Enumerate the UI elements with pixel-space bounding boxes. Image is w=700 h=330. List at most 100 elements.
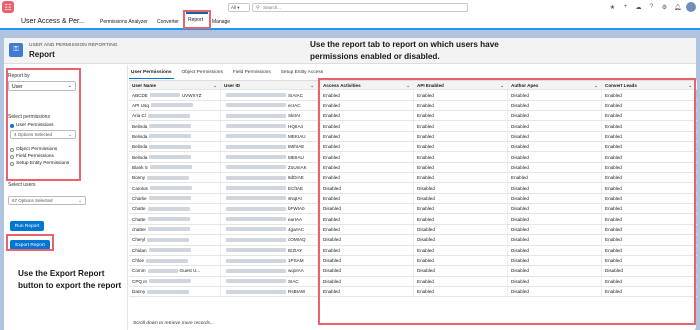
table-row[interactable]: Enabled Enabled Disabled Enabled <box>320 131 697 143</box>
user-id-text: sNqIAI <box>288 195 302 201</box>
permission-status: Disabled <box>511 247 529 253</box>
cell-user-id: SIAIAC <box>221 90 318 100</box>
notifications-bell-icon[interactable]: 🔔︎ <box>673 3 682 12</box>
table-row[interactable]: ABCDE UVWXYZ SIAIAC <box>129 90 318 101</box>
add-icon[interactable]: + <box>621 3 630 12</box>
table-row[interactable]: Charlie sNqIAI <box>129 193 318 205</box>
header-icons: ★ + ☁ ? ⚙ 🔔︎ <box>608 2 696 12</box>
user-name-text: Comm <box>132 268 146 274</box>
table-row[interactable]: Enabled Enabled Enabled Enabled <box>320 173 697 184</box>
table-row[interactable]: Enabled Enabled Disabled Enabled <box>320 90 697 101</box>
table-row[interactable]: Enabled Enabled Disabled Enabled <box>320 214 697 225</box>
user-name-text: API Usq <box>132 102 149 108</box>
cell-convert-leads: Enabled <box>602 152 696 162</box>
table-row[interactable]: Enabled Enabled Disabled Enabled <box>320 152 697 163</box>
cell-access-activities: Disabled <box>320 183 414 193</box>
cell-convert-leads: Enabled <box>602 286 696 297</box>
user-name-text: Belinda <box>132 133 148 139</box>
permission-status: Disabled <box>511 144 529 150</box>
column-header-user-name[interactable]: User Name ⌄ <box>129 81 221 90</box>
table-row[interactable]: Disabled Disabled Disabled Disabled <box>320 266 697 277</box>
cell-api-enabled: Disabled <box>414 235 508 245</box>
table-row[interactable]: Enabled Enabled Disabled Enabled <box>320 245 697 256</box>
favorites-icon[interactable]: ★ <box>608 3 617 12</box>
table-row[interactable]: Enabled Disabled Disabled Enabled <box>320 224 697 236</box>
table-row[interactable]: Enabled Disabled Disabled Enabled <box>320 193 697 205</box>
nav-tab-converter[interactable]: Converter <box>157 19 179 25</box>
cell-convert-leads: Enabled <box>602 142 696 152</box>
cell-user-name: Charlie <box>129 193 221 204</box>
run-report-button[interactable]: Run Report <box>10 221 44 231</box>
global-search-input[interactable]: ⚲ Search... <box>252 3 468 12</box>
column-header-access-activities[interactable]: Access Activities ⌄ <box>320 81 414 90</box>
tab-field-permissions[interactable]: Field Permissions <box>231 69 273 79</box>
redacted-text <box>149 124 192 129</box>
tab-object-permissions[interactable]: Object Permissions <box>180 69 225 79</box>
user-name-text: Carolus <box>132 185 148 191</box>
redacted-text <box>226 248 286 253</box>
permission-status: Disabled <box>511 195 529 201</box>
table-row[interactable]: Carolus ECfIAE <box>129 183 318 194</box>
table-row[interactable]: Chatte bFWIA0 <box>129 204 318 215</box>
permission-status: Enabled <box>605 113 622 119</box>
cell-author-apex: Disabled <box>508 255 602 266</box>
cell-author-apex: Disabled <box>508 111 602 121</box>
table-row[interactable]: Enabled Enabled Disabled Enabled <box>320 286 697 298</box>
table-row[interactable]: Cheryl cOMIAQ <box>129 235 318 246</box>
table-row[interactable]: Belinda HQIIA4 <box>129 121 318 132</box>
cell-user-name: Aria Cl <box>129 111 221 121</box>
column-header-user-id[interactable]: User ID ⌄ <box>221 81 318 90</box>
table-row[interactable]: Belinda MEIIAU <box>129 152 318 163</box>
table-row[interactable]: Enabled Enabled Disabled Enabled <box>320 142 697 153</box>
table-row[interactable]: Enabled Enabled Disabled Enabled <box>320 100 697 112</box>
avatar[interactable] <box>686 2 696 12</box>
permission-status: Enabled <box>605 216 622 222</box>
tab-user-permissions[interactable]: User Permissions <box>129 69 174 79</box>
table-row[interactable]: Bonny 8dDIAE <box>129 173 318 184</box>
cell-user-name: Belinda <box>129 142 221 152</box>
table-row[interactable]: chatter 4gwIAC <box>129 224 318 236</box>
users-select[interactable]: 67 Options Selected ⌄ <box>8 196 86 205</box>
table-row[interactable]: Disabled Enabled Disabled Enabled <box>320 276 697 287</box>
table-row[interactable]: Belinda IMIhIAE <box>129 142 318 153</box>
table-row[interactable]: Disabled Enabled Disabled Enabled <box>320 204 697 215</box>
permission-status: Disabled <box>511 154 529 160</box>
help-icon[interactable]: ? <box>647 3 656 12</box>
nav-tab-permissions-analyzer[interactable]: Permissions Analyzer <box>100 19 148 25</box>
permission-status: Disabled <box>323 237 341 243</box>
table-row[interactable]: Belinda MEKIAU <box>129 131 318 143</box>
table-row[interactable]: Danny RsBIAW <box>129 286 318 298</box>
table-row[interactable]: API Usq ecIAC <box>129 100 318 112</box>
table-row[interactable]: Disabled Enabled Disabled Enabled <box>320 255 697 267</box>
column-header-api-enabled[interactable]: API Enabled ⌄ <box>414 81 508 90</box>
table-row[interactable]: Comm Guest U... wqoIAA <box>129 266 318 277</box>
table-row[interactable]: Chatte earIAA <box>129 214 318 225</box>
cell-user-id: HQIIA4 <box>221 121 318 131</box>
nav-tab-manage[interactable]: Manage <box>212 19 230 25</box>
table-row[interactable]: Chloe 1PSAM <box>129 255 318 267</box>
table-row[interactable]: CPQ In SIAC <box>129 276 318 287</box>
table-row[interactable]: Disabled Disabled Disabled Enabled <box>320 183 697 194</box>
tab-setup-entity-access[interactable]: Setup Entity Access <box>279 69 325 79</box>
cell-user-id: SIAC <box>221 276 318 286</box>
user-id-text: ECfIAE <box>288 185 304 191</box>
table-row[interactable]: Aria Cl SkIIAI <box>129 111 318 122</box>
cell-access-activities: Enabled <box>320 162 414 173</box>
redacted-text <box>150 103 193 108</box>
cell-convert-leads: Enabled <box>602 131 696 142</box>
table-row[interactable]: Enabled Enabled Disabled Enabled <box>320 121 697 132</box>
column-header-convert-leads[interactable]: Convert Leads ⌄ <box>602 81 696 90</box>
trailhead-icon[interactable]: ☁ <box>634 3 643 12</box>
table-row[interactable]: Enabled Enabled Disabled Enabled <box>320 111 697 122</box>
table-row[interactable]: Chidan IEZIAY <box>129 245 318 256</box>
search-scope-select[interactable]: All ▾ <box>228 3 250 12</box>
app-launcher-icon[interactable]: ☷ <box>2 1 14 13</box>
nav-tab-report[interactable]: Report <box>183 10 211 29</box>
cell-author-apex: Disabled <box>508 224 602 235</box>
table-row[interactable]: Disabled Disabled Disabled Enabled <box>320 235 697 246</box>
permission-status: Disabled <box>511 185 529 191</box>
column-header-author-apex[interactable]: Author Apex ⌄ <box>508 81 602 90</box>
table-row[interactable]: Enabled Enabled Disabled Enabled <box>320 162 697 174</box>
table-row[interactable]: Blank S ZoUnIAK <box>129 162 318 174</box>
setup-gear-icon[interactable]: ⚙ <box>660 3 669 12</box>
